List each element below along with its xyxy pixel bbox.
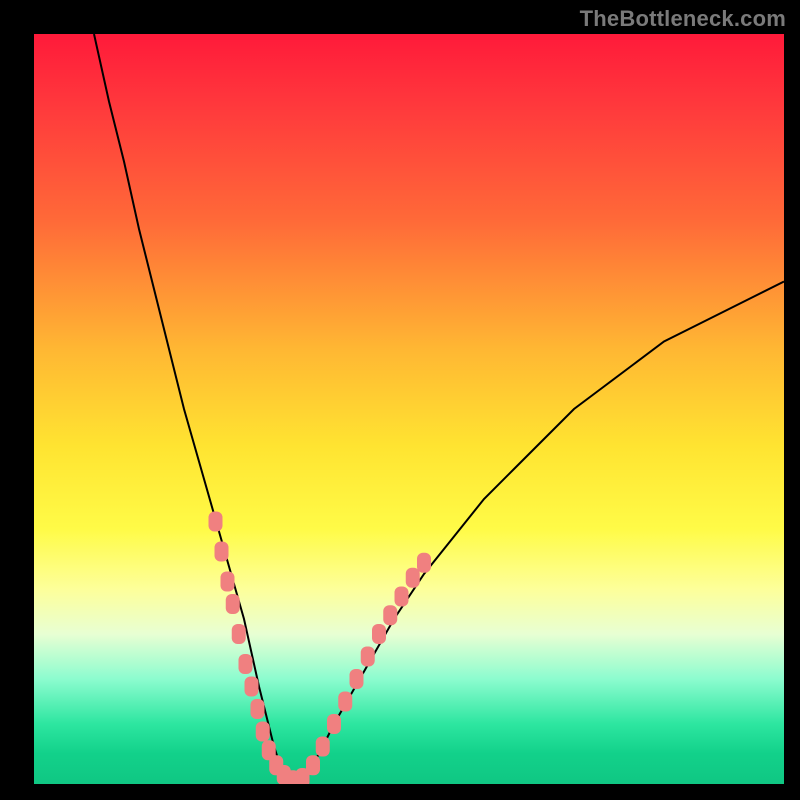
series-bottleneck-curve (94, 34, 784, 784)
marker-dot (221, 572, 235, 592)
marker-dot (232, 624, 246, 644)
marker-dot (215, 542, 229, 562)
marker-dot (338, 692, 352, 712)
outer-frame: TheBottleneck.com (0, 0, 800, 800)
marker-dot (226, 594, 240, 614)
marker-dot (361, 647, 375, 667)
marker-dot (372, 624, 386, 644)
curve-layer (94, 34, 784, 784)
marker-dot (350, 669, 364, 689)
chart-svg (34, 34, 784, 784)
marker-dot (327, 714, 341, 734)
plot-area (34, 34, 784, 784)
marker-dot (383, 605, 397, 625)
marker-dot (251, 699, 265, 719)
marker-dot (417, 553, 431, 573)
marker-layer (209, 512, 432, 785)
marker-dot (256, 722, 270, 742)
marker-dot (209, 512, 223, 532)
marker-dot (395, 587, 409, 607)
marker-dot (306, 755, 320, 775)
marker-dot (239, 654, 253, 674)
marker-dot (406, 568, 420, 588)
watermark-text: TheBottleneck.com (580, 6, 786, 32)
marker-dot (245, 677, 259, 697)
marker-dot (316, 737, 330, 757)
